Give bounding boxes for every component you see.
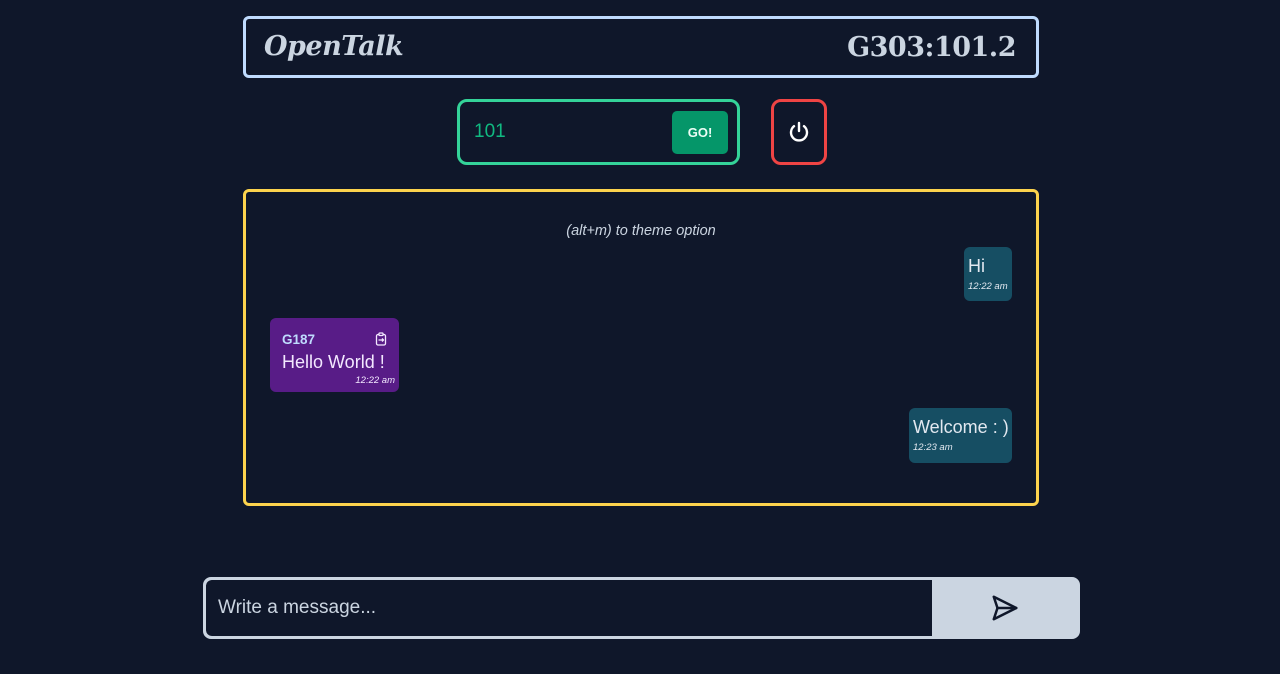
message-input[interactable] — [206, 580, 932, 636]
send-icon — [992, 595, 1017, 621]
app-brand: OpenTalk — [264, 31, 404, 62]
power-button[interactable] — [771, 99, 827, 165]
copy-icon[interactable] — [374, 332, 388, 346]
message-composer — [203, 577, 1080, 639]
message-text: Welcome : ) — [913, 417, 1009, 437]
theme-hint: (alt+m) to theme option — [566, 223, 716, 239]
app-header: OpenTalk G303:101.2 — [243, 16, 1039, 78]
power-icon — [789, 121, 809, 142]
room-join-box: GO! — [457, 99, 740, 165]
message-incoming: G187 Hello World ! 12:22 am — [270, 318, 399, 392]
chat-panel: (alt+m) to theme option Hi 12:22 am G187… — [243, 189, 1039, 506]
go-button[interactable]: GO! — [672, 111, 728, 154]
message-text: Hi — [968, 256, 985, 276]
room-input[interactable] — [474, 116, 654, 148]
message-outgoing: Welcome : ) 12:23 am — [909, 408, 1012, 463]
message-time: 12:22 am — [355, 375, 395, 386]
send-button[interactable] — [932, 580, 1077, 636]
message-text: Hello World ! — [282, 352, 385, 372]
message-time: 12:22 am — [968, 281, 1008, 292]
user-id: G303:101.2 — [847, 32, 1016, 63]
message-outgoing: Hi 12:22 am — [964, 247, 1012, 301]
message-time: 12:23 am — [913, 442, 953, 453]
message-sender: G187 — [282, 332, 316, 347]
